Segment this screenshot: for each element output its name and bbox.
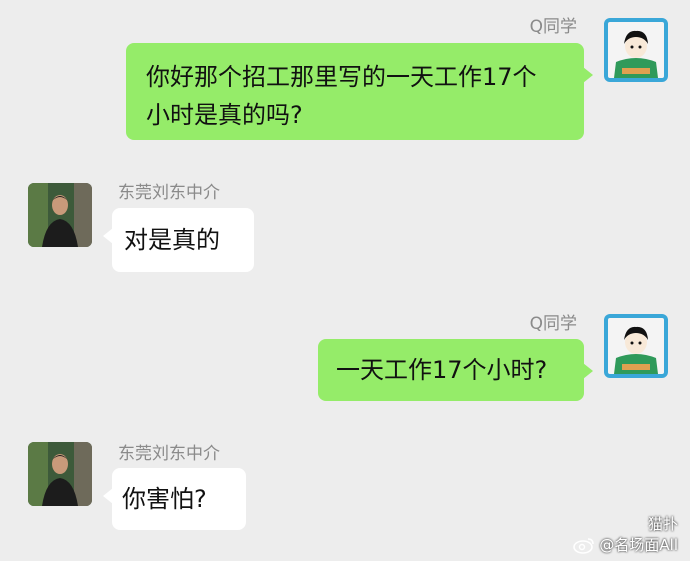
- message-bubble[interactable]: 你好那个招工那里写的一天工作17个 小时是真的吗?: [126, 43, 593, 140]
- cartoon-avatar-icon: [604, 18, 668, 82]
- message-text: 对是真的: [124, 226, 220, 254]
- avatar[interactable]: [28, 183, 92, 247]
- message-bubble[interactable]: 一天工作17个小时?: [318, 339, 593, 401]
- sender-name: 东莞刘东中介: [118, 444, 220, 464]
- weibo-icon: [573, 537, 595, 554]
- message-text-line: 小时是真的吗?: [146, 101, 303, 129]
- photo-avatar-icon: [28, 183, 92, 247]
- avatar[interactable]: [604, 314, 668, 378]
- watermark-line: @名场面All: [573, 534, 678, 555]
- message-text: 你害怕?: [122, 485, 207, 513]
- message-bubble[interactable]: 对是真的: [103, 208, 254, 272]
- sender-name: Q同学: [529, 314, 577, 334]
- message-text: 一天工作17个小时?: [336, 356, 548, 384]
- sender-name: 东莞刘东中介: [118, 183, 220, 203]
- cartoon-avatar-icon: [604, 314, 668, 378]
- message-text-line: 你好那个招工那里写的一天工作17个: [146, 63, 537, 91]
- watermark-line: 猫扑: [647, 515, 678, 533]
- watermark-handle: @名场面All: [599, 536, 678, 554]
- photo-avatar-icon: [28, 442, 92, 506]
- message-bubble[interactable]: 你害怕?: [103, 468, 246, 530]
- sender-name: Q同学: [529, 17, 577, 37]
- avatar[interactable]: [28, 442, 92, 506]
- avatar[interactable]: [604, 18, 668, 82]
- watermark: 猫扑 @名场面All: [573, 513, 678, 555]
